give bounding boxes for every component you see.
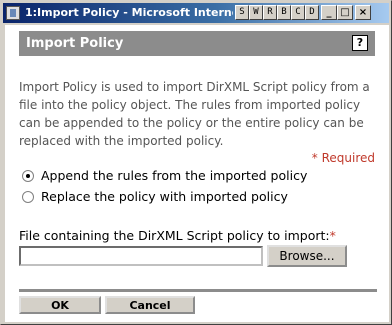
cancel-button[interactable]: Cancel — [105, 296, 195, 314]
toolbar-letter-r-button[interactable]: R — [263, 5, 277, 20]
browser-popup-window: 1:Import Policy - Microsoft Internet Ex … — [0, 0, 392, 325]
description-text: Import Policy is used to import DirXML S… — [19, 80, 370, 148]
ie-page-icon — [6, 6, 20, 20]
toolbar-letter-s-button[interactable]: S — [235, 5, 249, 20]
replace-radio[interactable] — [22, 191, 34, 203]
close-button[interactable]: × — [355, 5, 371, 20]
required-note: * Required — [311, 151, 375, 165]
title-bar[interactable]: 1:Import Policy - Microsoft Internet Ex … — [3, 3, 389, 23]
file-field-label-text: File containing the DirXML Script policy… — [19, 228, 330, 243]
window-title: 1:Import Policy - Microsoft Internet Ex — [25, 6, 233, 19]
required-asterisk: * — [329, 228, 336, 243]
toolbar-letter-w-button[interactable]: W — [249, 5, 263, 20]
file-field-label: File containing the DirXML Script policy… — [19, 228, 336, 243]
append-radio-label[interactable]: Append the rules from the imported polic… — [41, 168, 307, 183]
toolbar-letter-c-button[interactable]: C — [291, 5, 305, 20]
minimize-button[interactable]: _ — [321, 5, 337, 20]
browse-button[interactable]: Browse... — [267, 245, 347, 267]
help-icon[interactable]: ? — [352, 35, 368, 51]
maximize-button[interactable]: □ — [337, 5, 353, 20]
replace-radio-label[interactable]: Replace the policy with imported policy — [41, 189, 288, 204]
dialog-title: Import Policy — [26, 36, 124, 51]
dialog-header: Import Policy ? — [19, 31, 375, 56]
ok-button[interactable]: OK — [19, 296, 101, 314]
footer-separator — [19, 289, 377, 292]
toolbar-letter-b-button[interactable]: B — [277, 5, 291, 20]
dialog-content: Import Policy ? Import Policy is used to… — [5, 25, 389, 322]
file-path-input[interactable] — [19, 246, 263, 266]
toolbar-letter-d-button[interactable]: D — [305, 5, 319, 20]
append-radio[interactable] — [22, 170, 34, 182]
